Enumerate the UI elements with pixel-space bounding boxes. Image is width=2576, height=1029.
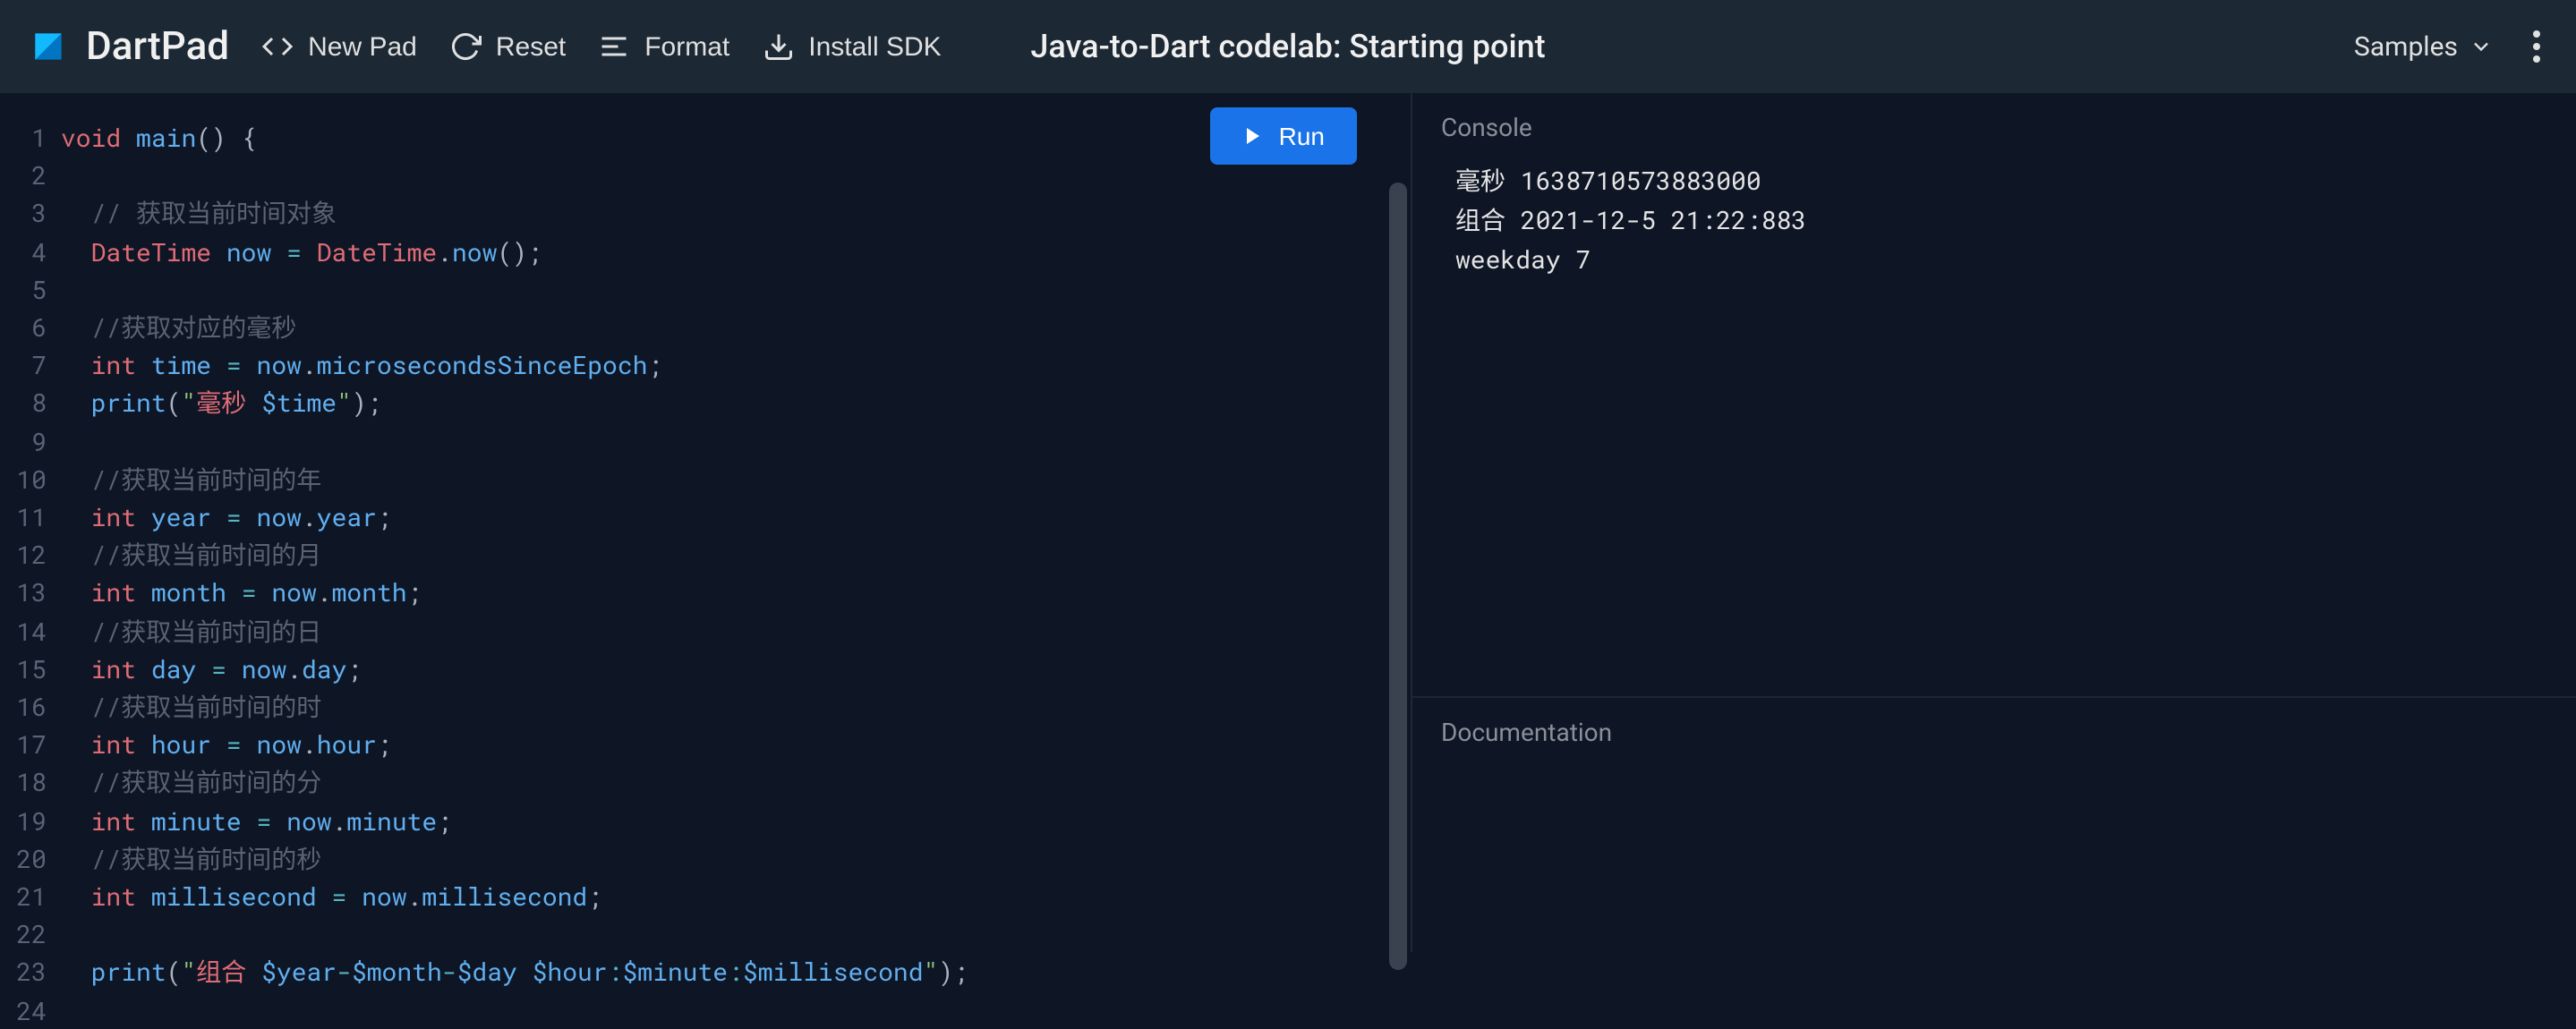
code-content[interactable]: void main() { // 获取当前时间对象 DateTime now =… <box>61 118 1411 1029</box>
format-label: Format <box>644 31 729 62</box>
console-pane: Console 毫秒 1638710573883000 组合 2021-12-5… <box>1412 93 2576 698</box>
code-editor[interactable]: 123456789101112131415161718192021222324 … <box>0 93 1411 1029</box>
logo-text: DartPad <box>86 24 229 69</box>
logo[interactable]: DartPad <box>29 24 229 69</box>
main-area: Run 123456789101112131415161718192021222… <box>0 93 2576 952</box>
refresh-icon <box>449 30 482 63</box>
chevron-down-icon <box>2469 34 2494 59</box>
page-title: Java-to-Dart codelab: Starting point <box>1030 28 1545 65</box>
run-button[interactable]: Run <box>1211 107 1357 165</box>
line-gutter: 123456789101112131415161718192021222324 <box>0 118 61 1029</box>
header-right: Samples <box>2354 23 2547 70</box>
format-icon <box>598 30 630 63</box>
play-icon <box>1243 125 1265 147</box>
console-title: Console <box>1412 93 2576 161</box>
new-pad-label: New Pad <box>308 31 417 62</box>
more-menu-button[interactable] <box>2526 23 2547 70</box>
dart-logo-icon <box>29 27 68 66</box>
editor-scrollbar[interactable] <box>1389 183 1407 970</box>
run-label: Run <box>1279 122 1325 150</box>
samples-dropdown[interactable]: Samples <box>2354 30 2494 63</box>
editor-pane: Run 123456789101112131415161718192021222… <box>0 93 1411 952</box>
right-pane: Console 毫秒 1638710573883000 组合 2021-12-5… <box>1411 93 2576 952</box>
format-button[interactable]: Format <box>598 30 729 63</box>
download-icon <box>762 30 794 63</box>
console-output: 毫秒 1638710573883000 组合 2021-12-5 21:22:8… <box>1412 161 2576 279</box>
install-sdk-button[interactable]: Install SDK <box>762 30 941 63</box>
samples-label: Samples <box>2354 30 2458 63</box>
new-pad-button[interactable]: New Pad <box>261 30 417 63</box>
header-left: DartPad New Pad Reset Format Install SDK <box>29 24 942 69</box>
reset-button[interactable]: Reset <box>449 30 566 63</box>
documentation-title: Documentation <box>1412 698 2576 766</box>
code-icon <box>261 30 294 63</box>
header-bar: DartPad New Pad Reset Format Install SDK… <box>0 0 2576 93</box>
reset-label: Reset <box>496 31 566 62</box>
install-sdk-label: Install SDK <box>808 31 941 62</box>
documentation-pane: Documentation <box>1412 698 2576 952</box>
